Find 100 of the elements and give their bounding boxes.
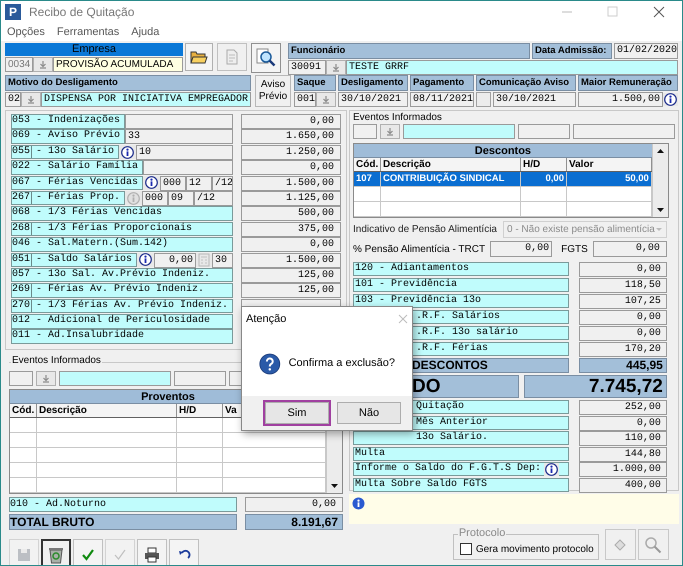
item-label: 012 - Adicional de Periculosidade [11,314,233,329]
checkbox-label: Gera movimento protocolo [476,542,594,556]
amount-field[interactable]: 1.650,00 [241,129,341,144]
amount-field[interactable]: 400,00 [578,478,667,492]
amount-field[interactable]: 0,00 [578,416,667,430]
text-field[interactable]: 0,00 [490,241,552,257]
column-header[interactable]: Valor [567,158,652,171]
item-label: 270 - 1/3 Férias Av. Prévio Indeniz. [11,298,233,314]
menu-item[interactable]: Ferramentas [56,24,120,40]
dialog-button[interactable]: Não [337,402,401,424]
amount-field[interactable]: 1.250,00 [241,144,341,160]
pension-trct-label: % Pensão Alimentícia - TRCT [353,242,486,256]
app-logo: P [5,4,21,20]
text-field[interactable]: TESTE GRRF [346,60,678,75]
amount-field[interactable]: 1.500,00 [241,252,341,268]
text-field[interactable]: 000 [142,190,168,206]
text-field[interactable]: 08/11/2021 [410,92,474,107]
aviso-previo-button[interactable]: Aviso Prévio [255,75,291,107]
text-field[interactable]: PROVISÃO ACUMULADA [53,57,183,72]
amount-field[interactable]: 118,50 [578,278,667,293]
item-label: 051 - Saldo Salários [11,252,138,268]
item-label: 267 - Férias Prop. [11,190,126,206]
amount-field[interactable]: 144,80 [578,446,667,462]
amount-field[interactable]: 0,00 [578,310,667,325]
fgts-label: FGTS [561,242,588,256]
amount-field[interactable]: 107,25 [578,294,667,309]
item-label: 053 - Indenizações [11,114,126,128]
column-header[interactable]: Cód. [354,158,381,171]
menu-item[interactable]: Ajuda [131,24,160,40]
table-cell: CONTRIBUIÇÃO SINDICAL [381,172,521,186]
item-label: 269 - Férias Av. Prévio Indeniz. [11,283,233,298]
table-title: Descontos [354,144,652,158]
text-field[interactable]: 12 [186,176,212,191]
text-field[interactable]: 0034 [5,57,33,72]
text-field[interactable]: 30 [212,252,233,268]
column-header[interactable]: H/D [177,404,223,417]
item-label: 011 - Ad.Insalubridade [11,329,233,344]
item-label: 055 - 13o Salário [11,144,120,160]
field-header: Saque [294,75,336,91]
field-header: Pagamento [410,75,474,91]
text-field[interactable]: /12 [212,176,233,191]
amount-field[interactable]: 500,00 [241,206,341,222]
amount-field[interactable]: 0,00 [241,160,341,176]
amount-field[interactable]: 375,00 [241,222,341,237]
text-field[interactable]: 30/10/2021 [493,92,576,107]
column-header[interactable]: Descrição [381,158,521,171]
amount-field[interactable]: 110,00 [578,431,667,446]
item-label: 022 - Salário Família [11,160,144,175]
text-field[interactable]: 09 [168,190,194,206]
text-field[interactable]: 02 [5,92,21,107]
field-header: Funcionário [288,43,530,59]
total-value: 445,95 [578,358,667,373]
amount-field[interactable]: 0,00 [241,237,341,252]
field-header: Motivo do Desligamento [5,75,251,91]
column-header[interactable]: H/D [521,158,567,171]
column-header[interactable]: Descrição [37,404,177,417]
group-label: Protocolo [458,527,506,539]
amount-field[interactable]: 125,00 [241,268,341,283]
text-field[interactable]: 33 [125,129,233,144]
amount-field[interactable]: 0,00 [578,326,667,341]
amount-field[interactable]: 0,00 [245,497,343,512]
menu-item[interactable]: Opções [7,24,45,40]
item-label: 046 - Sal.Matern.(Sum.142) [11,237,233,252]
item-label: 057 - 13o Sal. Av.Prévio Indeniz. [11,268,233,282]
item-label: 120 - Adiantamentos [353,262,569,276]
dialog-title: Atenção [246,312,288,327]
item-label: 010 - Ad.Noturno [9,497,237,512]
amount-field[interactable]: 170,20 [578,342,667,357]
field-header: Empresa [5,43,183,56]
text-field[interactable]: 001 [294,92,316,107]
item-label: Multa Sobre Saldo FGTS [353,478,569,492]
item-label: 067 - Férias Vencidas [11,176,144,190]
field-header: Maior Remuneração [578,75,678,91]
text-field[interactable]: 30/10/2021 [338,92,408,107]
column-header[interactable]: Cód. [10,404,37,417]
item-label: 101 - Previdência [353,278,569,292]
amount-field[interactable]: 1.000,00 [578,462,667,477]
field-header: Data Admissão: [532,43,612,59]
text-field[interactable]: 30091 [288,60,326,75]
amount-field[interactable]: 1.125,00 [241,190,341,206]
text-field[interactable]: 01/02/2020 [614,43,678,59]
field-header: Comunicação Aviso [476,75,576,91]
text-field[interactable]: 0,00 [592,241,667,257]
table-row[interactable]: 107 CONTRIBUIÇÃO SINDICAL 0,00 50,00 [354,172,652,187]
amount-field[interactable]: 252,00 [578,400,667,415]
text-field[interactable]: 10 [136,144,233,160]
amount-field[interactable]: 0,00 [578,262,667,277]
amount-field[interactable]: 125,00 [241,283,341,298]
text-field[interactable]: 1.500,00 [578,92,663,107]
text-field[interactable]: 0,00 [154,252,196,268]
amount-field[interactable]: 1.500,00 [241,176,341,191]
text-field[interactable]: DISPENSA POR INICIATIVA EMPREGADOR [41,92,251,107]
item-label: 068 - 1/3 Férias Vencidas [11,206,233,221]
text-field[interactable]: /12 [194,190,233,206]
amount-field[interactable]: 0,00 [241,114,341,129]
field-header: Desligamento [338,75,408,91]
item-label: 268 - 1/3 Férias Proporcionais [11,222,233,236]
item-label: Multa [353,446,569,460]
dialog-button[interactable]: Sim [265,402,329,424]
text-field[interactable]: 000 [160,176,186,191]
